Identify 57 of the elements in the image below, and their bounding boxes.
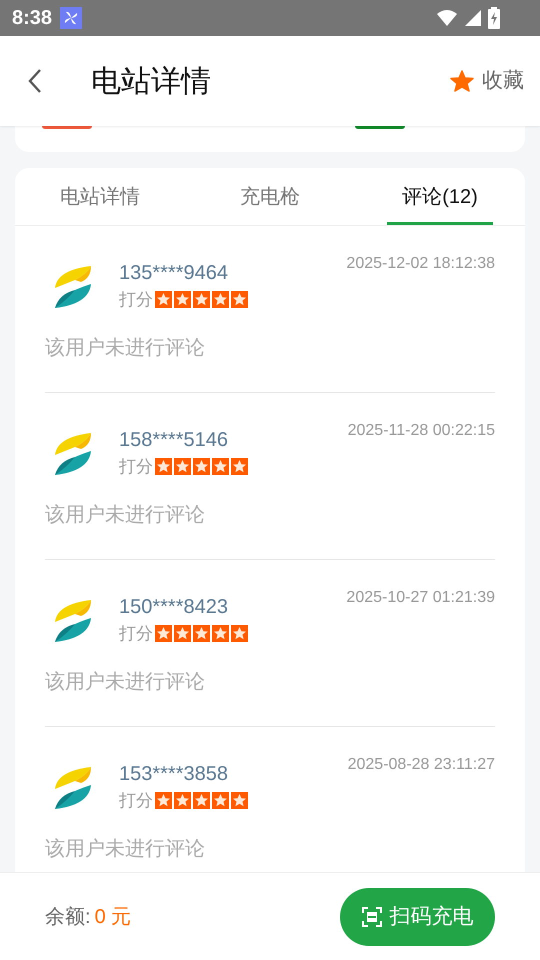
- user-phone: 153****3858: [119, 762, 229, 787]
- review-comment: 该用户未进行评论: [45, 336, 206, 360]
- review-comment: 该用户未进行评论: [45, 502, 206, 528]
- scan-icon: [362, 906, 382, 926]
- rating-label: 打分: [119, 289, 153, 311]
- status-time: 8:38: [12, 6, 52, 31]
- star-icon: [450, 70, 474, 92]
- review-time: 2025-08-28 23:11:27: [348, 755, 495, 775]
- tab[interactable]: 电站详情: [15, 168, 185, 225]
- avatar-logo-icon: [53, 598, 93, 644]
- avatar-logo-icon: [53, 431, 93, 477]
- tab[interactable]: 评论(12): [355, 168, 525, 225]
- page-title: 电站详情: [91, 64, 211, 100]
- rating-star-icon: [174, 792, 191, 810]
- rating-star-icon: [231, 792, 248, 810]
- user-phone: 135****9464: [119, 261, 229, 286]
- user-phone: 158****5146: [119, 428, 229, 453]
- battery-icon: [488, 7, 500, 29]
- rating-star-icon: [231, 625, 248, 642]
- rating-star-icon: [174, 291, 191, 308]
- rating-star-icon: [212, 458, 229, 476]
- signal-icon: [464, 9, 482, 27]
- rating-star-icon: [231, 291, 248, 308]
- rating-label: 打分: [119, 790, 153, 812]
- tag-edge: [42, 126, 92, 129]
- rating-star-icon: [193, 792, 210, 810]
- balance-value: 0 元: [94, 904, 132, 930]
- rating-star-icon: [155, 625, 172, 642]
- rating-star-icon: [212, 792, 229, 810]
- review-comment: 该用户未进行评论: [45, 670, 206, 694]
- user-phone: 150****8423: [119, 595, 229, 620]
- rating-star-icon: [193, 625, 210, 642]
- review-comment: 该用户未进行评论: [45, 836, 206, 862]
- favorite-button[interactable]: 收藏: [450, 65, 524, 97]
- rating-label: 打分: [119, 623, 153, 645]
- tab[interactable]: 充电枪: [185, 168, 355, 225]
- wifi-icon: [436, 9, 458, 27]
- rating-star-icon: [193, 458, 210, 476]
- rating-label: 打分: [119, 456, 153, 478]
- review-time: 2025-10-27 01:21:39: [346, 588, 495, 608]
- rating-star-icon: [174, 625, 191, 642]
- rating-star-icon: [174, 458, 191, 476]
- pinwheel-icon: [60, 7, 82, 29]
- avatar-logo-icon: [53, 765, 93, 811]
- rating-star-icon: [155, 458, 172, 476]
- rating-star-icon: [155, 291, 172, 308]
- balance-label: 余额:: [45, 904, 91, 930]
- review-time: 2025-11-28 00:22:15: [348, 421, 495, 441]
- scan-charge-button[interactable]: 扫码充电: [340, 888, 495, 946]
- rating-star-icon: [212, 625, 229, 642]
- rating-star-icon: [231, 458, 248, 476]
- tag-edge: [355, 126, 405, 129]
- rating-star-icon: [212, 291, 229, 308]
- rating-star-icon: [193, 291, 210, 308]
- avatar-logo-icon: [53, 264, 93, 310]
- rating-star-icon: [155, 792, 172, 810]
- review-time: 2025-12-02 18:12:38: [346, 254, 495, 274]
